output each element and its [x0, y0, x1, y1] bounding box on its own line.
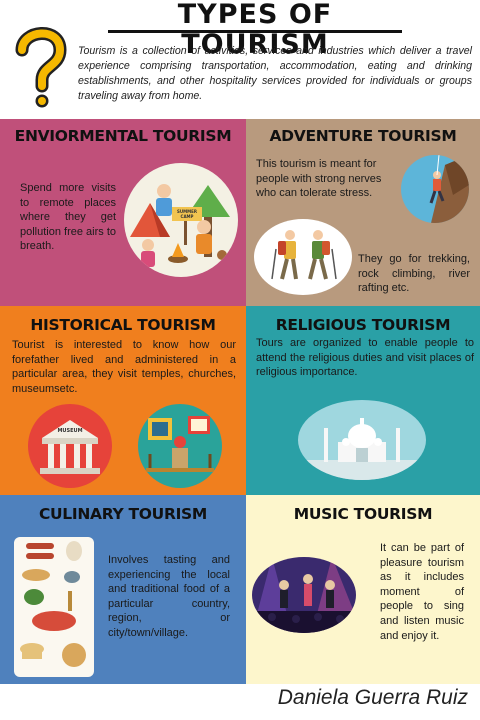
music-title: MUSIC TOURISM [293, 505, 433, 523]
music-tourism-panel: MUSIC TOURISM It can be part of pleasure… [246, 495, 480, 684]
environmental-text: Spend more visits to remote places where… [20, 182, 116, 253]
rock-climbing-illustration [401, 155, 469, 223]
page-title: TYPES OF TOURISM [177, 0, 333, 60]
religious-title: RELIGIOUS TOURISM [275, 316, 451, 334]
climber-icon [429, 155, 469, 223]
museum-icon [40, 420, 100, 474]
intro-paragraph: Tourism is a collection of activities, s… [78, 45, 472, 102]
trekking-illustration [254, 219, 352, 295]
museum-sign: MUSEUM [57, 428, 83, 434]
religious-text: Tours are organized to enable people to … [256, 337, 474, 379]
summer-camp-sign: SUMMER CAMP [177, 209, 197, 219]
gallery-icon [146, 416, 214, 472]
museum-interior-illustration [138, 404, 222, 488]
food-illustration [14, 537, 94, 677]
environmental-tourism-panel: ENVIORMENTAL TOURISM Spend more visits t… [0, 119, 246, 306]
concert-illustration [252, 557, 356, 633]
title-underline [108, 30, 402, 33]
food-icons [20, 541, 86, 667]
author-signature: Daniela Guerra Ruiz [277, 686, 468, 709]
question-mark-icon [15, 27, 67, 108]
religious-tourism-panel: RELIGIOUS TOURISM Tours are organized to… [246, 306, 480, 495]
environmental-title: ENVIORMENTAL TOURISM [14, 127, 232, 145]
camping-illustration [124, 163, 238, 277]
adventure-text-1: This tourism is meant for people with st… [256, 158, 382, 200]
taj-mahal-illustration [298, 400, 426, 480]
music-text: It can be part of pleasure tourism as it… [380, 542, 464, 642]
culinary-text: Involves tasting and experiencing the lo… [108, 554, 230, 639]
historical-text: Tourist is interested to know how our fo… [12, 339, 236, 395]
taj-mahal-icon [298, 418, 426, 480]
historical-title: HISTORICAL TOURISM [30, 316, 216, 334]
culinary-title: CULINARY TOURISM [38, 505, 208, 523]
camping-scene-icon [130, 184, 230, 267]
adventure-title: ADVENTURE TOURISM [269, 127, 457, 145]
historical-tourism-panel: HISTORICAL TOURISM Tourist is interested… [0, 306, 246, 495]
adventure-tourism-panel: ADVENTURE TOURISM This tourism is meant … [246, 119, 480, 306]
hikers-icon [271, 230, 337, 280]
adventure-text-2: They go for trekking, rock climbing, riv… [358, 253, 470, 295]
band-performing-icon [252, 557, 356, 633]
culinary-tourism-panel: CULINARY TOURISM Involves tasting and ex… [0, 495, 246, 684]
museum-building-illustration [28, 404, 112, 488]
